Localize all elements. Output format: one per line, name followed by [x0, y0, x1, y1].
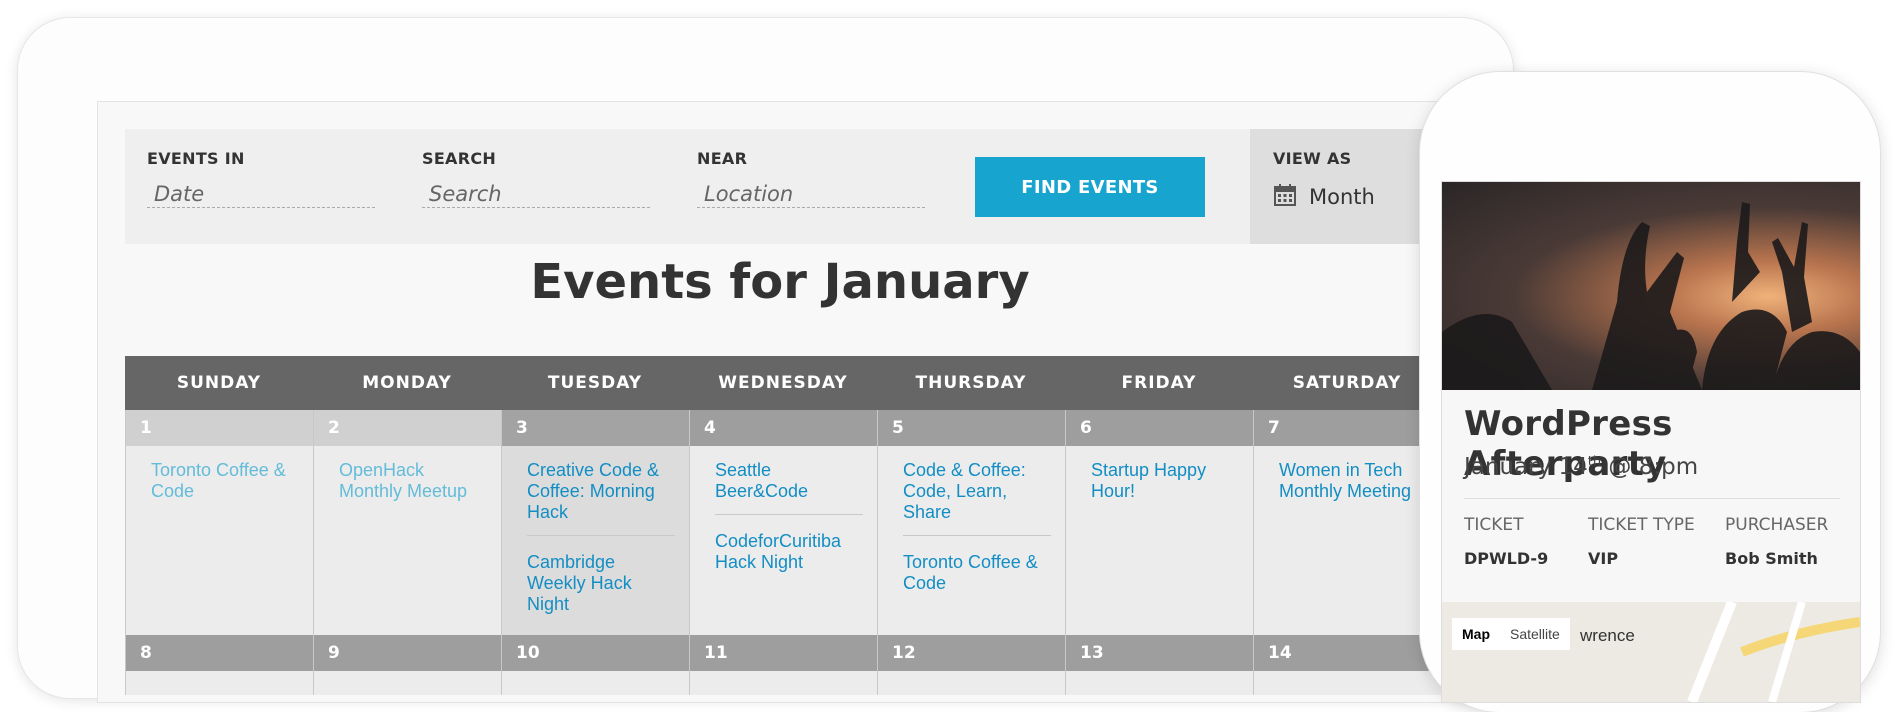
event-date-suffix: th [1587, 454, 1602, 470]
calendar-day: 9 [313, 635, 501, 695]
ticket-label: TICKET [1464, 515, 1524, 535]
events-in-group: EVENTS IN [147, 149, 377, 208]
weekday-header: FRIDAY [1121, 373, 1197, 393]
purchaser-column: PURCHASER Bob Smith [1725, 515, 1828, 568]
day-number: 14 [1254, 635, 1441, 671]
day-number: 11 [690, 635, 877, 671]
date-input[interactable] [147, 180, 375, 208]
search-label: SEARCH [422, 149, 497, 168]
event-photo [1442, 182, 1860, 390]
weekday-header: SATURDAY [1292, 373, 1402, 393]
calendar-icon [1273, 183, 1297, 211]
day-number: 6 [1066, 410, 1253, 446]
ticket-type-label: TICKET TYPE [1588, 515, 1695, 535]
event-link[interactable]: Toronto Coffee & Code [903, 552, 1051, 606]
location-input[interactable] [697, 180, 925, 208]
tablet-device: EVENTS IN SEARCH NEAR FIND EVENTS VIEW A… [18, 18, 1538, 702]
near-label: NEAR [697, 149, 748, 168]
event-link[interactable]: Startup Happy Hour! [1091, 460, 1239, 514]
ticket-value: DPWLD-9 [1464, 549, 1549, 568]
calendar-day: 6 Startup Happy Hour! [1065, 410, 1253, 635]
calendar-day: 11 [689, 635, 877, 695]
tablet-screen: EVENTS IN SEARCH NEAR FIND EVENTS VIEW A… [98, 102, 1538, 702]
weekday-header: SUNDAY [176, 373, 262, 393]
day-number: 2 [314, 410, 501, 446]
search-input[interactable] [422, 180, 650, 208]
event-date: January 14 [1464, 454, 1588, 480]
day-number: 12 [878, 635, 1065, 671]
calendar-week: 1 Toronto Coffee & Code 2 OpenHack Month… [125, 410, 1445, 635]
view-as-label: VIEW AS [1273, 149, 1352, 168]
view-as-value: Month [1309, 185, 1375, 209]
event-link[interactable]: CodeforCuritiba Hack Night [715, 531, 863, 585]
day-number: 13 [1066, 635, 1253, 671]
calendar-week: 8 9 10 11 12 13 14 [125, 635, 1445, 695]
day-number: 9 [314, 635, 501, 671]
ticket-type-value: VIP [1588, 549, 1619, 568]
event-link[interactable]: Creative Code & Coffee: Morning Hack [527, 460, 675, 536]
near-group: NEAR [697, 149, 927, 208]
weekday-header: WEDNESDAY [718, 373, 848, 393]
day-number: 10 [502, 635, 689, 671]
calendar-day: 13 [1065, 635, 1253, 695]
events-in-label: EVENTS IN [147, 149, 245, 168]
day-number: 8 [126, 635, 313, 671]
calendar-day: 8 [125, 635, 313, 695]
event-map[interactable]: Map Satellite wrence [1442, 602, 1860, 702]
calendar-day: 1 Toronto Coffee & Code [125, 410, 313, 635]
calendar-header: SUNDAY MONDAY TUESDAY WEDNESDAY THURSDAY… [125, 356, 1445, 410]
day-number: 3 [502, 410, 689, 446]
purchaser-value: Bob Smith [1725, 549, 1818, 568]
weekday-header: THURSDAY [915, 373, 1027, 393]
day-number: 5 [878, 410, 1065, 446]
page-title: Events for January [530, 254, 1030, 310]
calendar-day: 2 OpenHack Monthly Meetup [313, 410, 501, 635]
day-number: 1 [126, 410, 313, 446]
calendar-day-today: 3 Creative Code & Coffee: Morning Hack C… [501, 410, 689, 635]
calendar-day: 12 [877, 635, 1065, 695]
calendar-day: 7 Women in Tech Monthly Meeting [1253, 410, 1441, 635]
event-datetime: January 14th @ 8:pm [1464, 454, 1698, 480]
event-link[interactable]: OpenHack Monthly Meetup [339, 460, 487, 514]
event-link[interactable]: Toronto Coffee & Code [151, 460, 299, 514]
event-link[interactable]: Seattle Beer&Code [715, 460, 863, 515]
phone-screen: WordPress Afterparty January 14th @ 8:pm… [1442, 182, 1860, 702]
view-as-selector[interactable]: Month [1273, 183, 1375, 211]
calendar-day: 10 [501, 635, 689, 695]
event-link[interactable]: Cambridge Weekly Hack Night [527, 552, 675, 627]
satellite-tab[interactable]: Satellite [1500, 618, 1570, 650]
search-group: SEARCH [422, 149, 652, 208]
ticket-column: TICKET DPWLD-9 [1464, 515, 1548, 568]
event-link[interactable]: Code & Coffee: Code, Learn, Share [903, 460, 1051, 536]
event-link[interactable]: Women in Tech Monthly Meeting [1279, 460, 1427, 514]
calendar-day: 14 [1253, 635, 1441, 695]
day-number: 4 [690, 410, 877, 446]
phone-device: WordPress Afterparty January 14th @ 8:pm… [1420, 72, 1880, 712]
calendar-day: 4 Seattle Beer&Code CodeforCuritiba Hack… [689, 410, 877, 635]
event-time: @ 8:pm [1601, 454, 1699, 480]
find-events-button[interactable]: FIND EVENTS [975, 157, 1205, 217]
weekday-header: MONDAY [362, 373, 452, 393]
month-calendar: SUNDAY MONDAY TUESDAY WEDNESDAY THURSDAY… [125, 356, 1445, 695]
map-tab[interactable]: Map [1452, 618, 1500, 650]
ticket-type-column: TICKET TYPE VIP [1588, 515, 1695, 568]
purchaser-label: PURCHASER [1725, 515, 1829, 535]
day-number: 7 [1254, 410, 1441, 446]
event-filter-bar: EVENTS IN SEARCH NEAR FIND EVENTS VIEW A… [125, 129, 1525, 244]
calendar-day: 5 Code & Coffee: Code, Learn, Share Toro… [877, 410, 1065, 635]
map-place-label: wrence [1580, 626, 1635, 645]
weekday-header: TUESDAY [547, 373, 643, 393]
divider [1464, 498, 1840, 499]
